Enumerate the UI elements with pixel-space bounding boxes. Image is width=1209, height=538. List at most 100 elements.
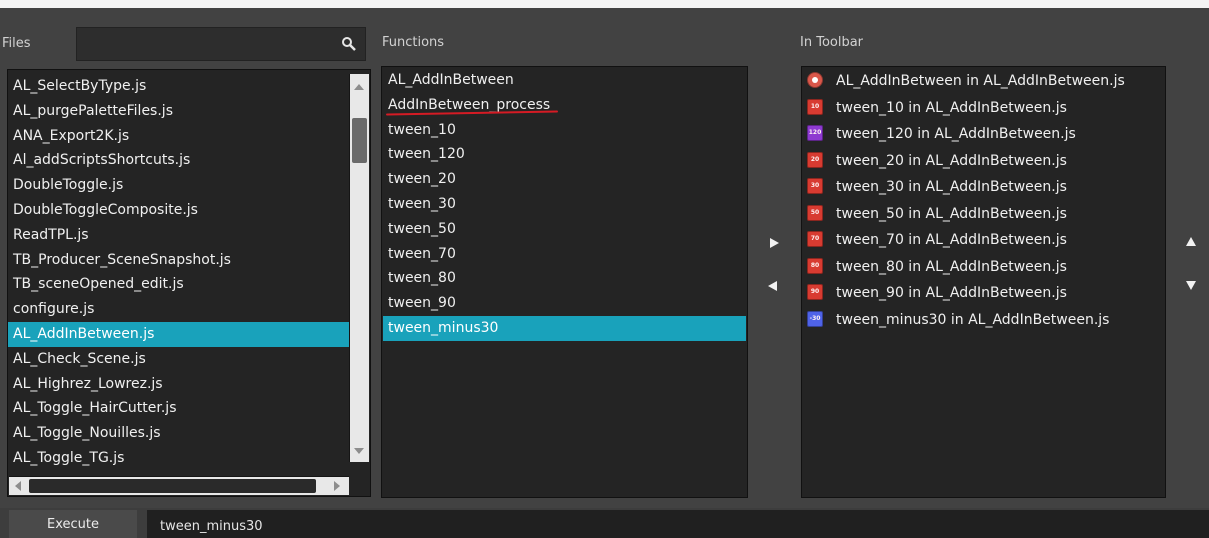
tween-minus30-icon: -30	[807, 310, 823, 327]
toolbar-icon-text: 80	[810, 261, 820, 269]
function-item[interactable]: tween_90	[383, 291, 746, 316]
tween-50-icon: 50	[807, 204, 823, 221]
add-to-toolbar-button[interactable]	[763, 233, 785, 253]
file-search-input[interactable]	[77, 28, 337, 60]
function-item[interactable]: tween_120	[383, 142, 746, 167]
function-item[interactable]: tween_10	[383, 118, 746, 143]
toolbar-item[interactable]: 70 tween_70 in AL_AddInBetween.js	[803, 227, 1164, 254]
toolbar-icon-text: 90	[810, 288, 820, 295]
file-item[interactable]: ANA_Export2K.js	[8, 124, 349, 149]
function-item-label: tween_10	[388, 121, 456, 138]
toolbar-item[interactable]: 120 tween_120 in AL_AddInBetween.js	[803, 121, 1164, 148]
function-item-label: tween_30	[388, 195, 456, 212]
files-vertical-scrollbar[interactable]	[349, 74, 369, 462]
tween-80-icon: 80	[807, 257, 823, 274]
toolbar-item[interactable]: -30 tween_minus30 in AL_AddInBetween.js	[803, 307, 1164, 334]
file-item[interactable]: AL_Highrez_Lowrez.js	[8, 372, 349, 397]
function-item-label: tween_50	[388, 220, 456, 237]
function-item-label: AddInBetween_process	[388, 93, 550, 118]
addinbetween-icon	[807, 72, 823, 88]
function-item[interactable]: AL_AddInBetween	[383, 68, 746, 93]
files-vertical-scroll-thumb[interactable]	[352, 118, 367, 163]
file-search-box[interactable]	[76, 27, 366, 61]
function-item-label: tween_70	[388, 245, 456, 262]
scroll-up-icon[interactable]	[354, 84, 364, 90]
file-item[interactable]: Al_addScriptsShortcuts.js	[8, 148, 349, 173]
toolbar-item[interactable]: AL_AddInBetween in AL_AddInBetween.js	[803, 68, 1164, 95]
toolbar-item-label: tween_70 in AL_AddInBetween.js	[836, 232, 1067, 248]
scroll-down-icon[interactable]	[354, 448, 364, 454]
function-item[interactable]: AddInBetween_process	[383, 93, 746, 118]
file-item[interactable]: configure.js	[8, 297, 349, 322]
file-item-label: Al_addScriptsShortcuts.js	[13, 152, 191, 169]
toolbar-icon-text: 70	[810, 235, 820, 242]
toolbar-item-label: tween_50 in AL_AddInBetween.js	[836, 205, 1067, 222]
in-toolbar-list: AL_AddInBetween in AL_AddInBetween.js 10 t…	[803, 68, 1164, 333]
function-item[interactable]: tween_70	[383, 242, 746, 267]
files-label: Files	[2, 36, 31, 51]
function-item-label: tween_80	[388, 270, 456, 287]
function-item[interactable]: tween_80	[383, 266, 746, 291]
toolbar-item[interactable]: 30 tween_30 in AL_AddInBetween.js	[803, 174, 1164, 201]
file-item[interactable]: AL_purgePaletteFiles.js	[8, 99, 349, 124]
toolbar-icon-text: 50	[810, 208, 820, 216]
function-item-label: AL_AddInBetween	[388, 72, 514, 88]
toolbar-item-label: tween_90 in AL_AddInBetween.js	[836, 285, 1067, 301]
file-item[interactable]: AL_SelectByType.js	[8, 74, 349, 99]
tween-90-icon: 90	[807, 284, 823, 300]
files-horizontal-scroll-thumb[interactable]	[29, 479, 316, 493]
toolbar-icon-text: 20	[810, 155, 820, 163]
functions-label: Functions	[382, 35, 445, 50]
tween-30-icon: 30	[807, 178, 823, 194]
file-item-label: ReadTPL.js	[13, 226, 89, 243]
toolbar-item-label: tween_30 in AL_AddInBetween.js	[836, 179, 1067, 195]
toolbar-item[interactable]: 90 tween_90 in AL_AddInBetween.js	[803, 280, 1164, 307]
files-horizontal-scrollbar[interactable]	[9, 476, 349, 495]
file-item[interactable]: DoubleToggleComposite.js	[8, 198, 349, 223]
file-item-label: DoubleToggle.js	[13, 177, 124, 194]
file-item[interactable]: TB_Producer_SceneSnapshot.js	[8, 248, 349, 273]
function-item[interactable]: tween_20	[383, 167, 746, 192]
function-item-label: tween_120	[388, 146, 465, 163]
file-item-label: AL_Check_Scene.js	[13, 350, 146, 367]
remove-from-toolbar-button[interactable]	[763, 276, 785, 296]
tween-120-icon: 120	[807, 125, 823, 141]
execute-button[interactable]: Execute	[9, 510, 137, 538]
toolbar-item-label: tween_10 in AL_AddInBetween.js	[836, 99, 1067, 116]
scroll-left-icon[interactable]	[15, 481, 21, 491]
files-list-panel: AL_SelectByType.js AL_purgePaletteFiles.j…	[7, 69, 371, 497]
file-item[interactable]: DoubleToggle.js	[8, 173, 349, 198]
file-item[interactable]: AL_Toggle_TG.js	[8, 446, 349, 471]
function-item[interactable]: tween_30	[383, 192, 746, 217]
file-item-label: configure.js	[13, 301, 95, 318]
functions-list: AL_AddInBetween AddInBetween_processtween…	[383, 68, 746, 341]
in-toolbar-list-panel: AL_AddInBetween in AL_AddInBetween.js 10 t…	[801, 66, 1166, 498]
toolbar-icon-text: 30	[810, 182, 820, 189]
toolbar-item[interactable]: 20 tween_20 in AL_AddInBetween.js	[803, 148, 1164, 175]
function-item[interactable]: tween_50	[383, 217, 746, 242]
file-item[interactable]: AL_Toggle_Nouilles.js	[8, 421, 349, 446]
scroll-right-icon[interactable]	[334, 481, 340, 491]
command-input[interactable]	[147, 510, 1209, 538]
move-down-button[interactable]	[1180, 276, 1202, 296]
move-up-button[interactable]	[1180, 232, 1202, 252]
file-item-label: AL_SelectByType.js	[13, 78, 147, 94]
script-editor-window: Files Functions In Toolbar AL_SelectByTy…	[0, 0, 1209, 538]
toolbar-item[interactable]: 80 tween_80 in AL_AddInBetween.js	[803, 254, 1164, 281]
file-item-label: AL_Toggle_Nouilles.js	[13, 425, 161, 442]
search-icon[interactable]	[341, 36, 357, 52]
file-item[interactable]: AL_Toggle_HairCutter.js	[8, 396, 349, 421]
toolbar-item-label: AL_AddInBetween in AL_AddInBetween.js	[836, 73, 1125, 89]
toolbar-item[interactable]: 50 tween_50 in AL_AddInBetween.js	[803, 201, 1164, 228]
tween-20-icon: 20	[807, 151, 823, 168]
functions-list-panel: AL_AddInBetween AddInBetween_processtween…	[381, 66, 748, 498]
file-item[interactable]: ReadTPL.js	[8, 223, 349, 248]
file-item[interactable]: AL_Check_Scene.js	[8, 347, 349, 372]
function-item-selected[interactable]: tween_minus30	[383, 315, 746, 341]
file-item-selected[interactable]: AL_AddInBetween.js	[8, 321, 349, 347]
in-toolbar-label: In Toolbar	[800, 35, 864, 50]
toolbar-item-label: tween_20 in AL_AddInBetween.js	[836, 152, 1067, 169]
file-item[interactable]: TB_sceneOpened_edit.js	[8, 272, 349, 297]
toolbar-item[interactable]: 10 tween_10 in AL_AddInBetween.js	[803, 95, 1164, 122]
file-item-label: AL_Highrez_Lowrez.js	[13, 375, 163, 392]
